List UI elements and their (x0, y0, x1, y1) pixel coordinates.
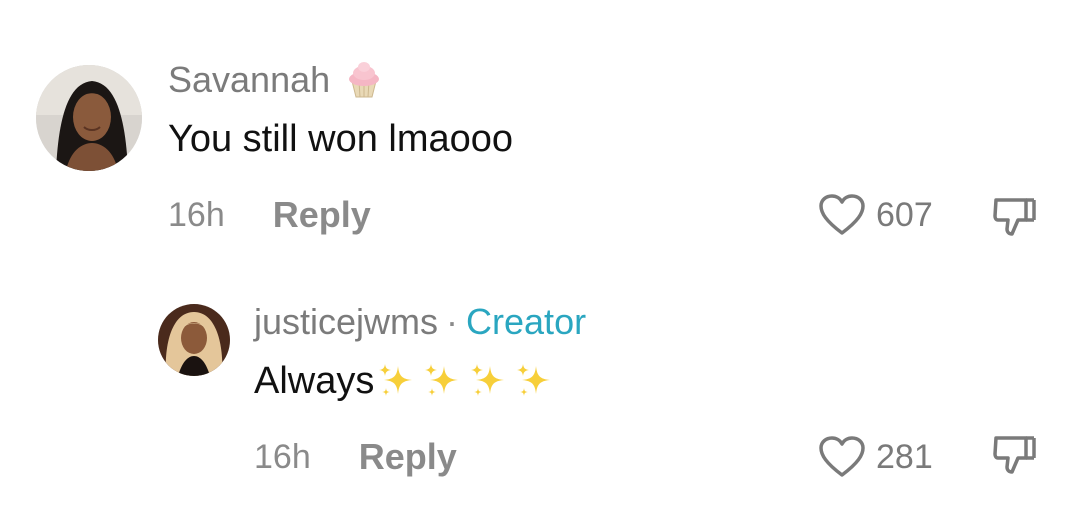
comment-time: 16h (168, 195, 225, 234)
comment-text: You still won lmaooo (168, 117, 514, 160)
reply-button[interactable]: Reply (359, 436, 457, 478)
reply-author-line: justicejwms · Creator (254, 298, 586, 346)
sparkle-icon (471, 364, 505, 396)
comment-author[interactable]: Savannah (168, 59, 330, 101)
comment: Savannah You still won lmaooo 16h Reply (0, 48, 1080, 258)
sparkle-icon (379, 364, 413, 396)
reply-meta: 16h Reply (254, 434, 457, 480)
reply-comment: justicejwms · Creator Always 16h Reply 2… (0, 290, 1080, 490)
creator-badge: Creator (466, 301, 587, 342)
thumbs-down-icon (993, 198, 1036, 236)
comment-author-line: Savannah (168, 56, 382, 104)
like-button[interactable]: 281 (818, 432, 933, 482)
heart-icon (818, 435, 866, 479)
avatar[interactable] (158, 304, 230, 376)
avatar[interactable] (36, 65, 142, 171)
reply-button[interactable]: Reply (273, 194, 371, 236)
reply-time: 16h (254, 437, 311, 476)
reply-text-content: Always (254, 359, 375, 402)
sparkle-icon (517, 364, 551, 396)
sparkle-icon (425, 364, 459, 396)
sparkles-icon (376, 360, 556, 402)
comment-meta: 16h Reply (168, 192, 371, 238)
dislike-button[interactable] (990, 194, 1038, 242)
avatar-image (36, 65, 142, 171)
like-button[interactable]: 607 (818, 190, 933, 240)
comment-thread: Savannah You still won lmaooo 16h Reply (0, 0, 1080, 506)
thumbs-down-icon (993, 436, 1036, 474)
cupcake-icon (346, 61, 382, 99)
avatar-image (158, 304, 230, 376)
reply-author[interactable]: justicejwms (254, 301, 438, 343)
heart-icon (818, 193, 866, 237)
like-count: 607 (876, 195, 933, 234)
separator-dot: · (446, 301, 459, 342)
reply-text: Always (254, 356, 556, 406)
like-count: 281 (876, 437, 933, 476)
dislike-button[interactable] (990, 432, 1038, 480)
